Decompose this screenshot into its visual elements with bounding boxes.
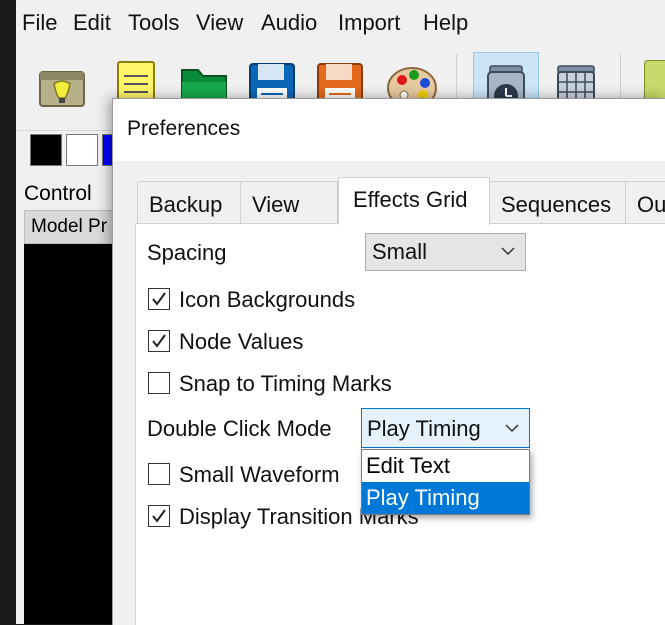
chevron-down-icon <box>505 424 519 433</box>
node-values-label: Node Values <box>179 329 304 354</box>
option-label: Play Timing <box>366 485 480 510</box>
spacing-value: Small <box>372 239 428 264</box>
small-waveform-label: Small Waveform <box>179 462 340 487</box>
display-transition-marks-checkbox[interactable] <box>148 505 170 527</box>
double-click-mode-select[interactable]: Play Timing <box>361 408 530 448</box>
double-click-mode-label: Double Click Mode <box>147 416 332 441</box>
menu-bar: File Edit Tools View Audio Import Help <box>16 0 665 48</box>
snap-to-timing-marks-label: Snap to Timing Marks <box>179 371 392 396</box>
new-layout-button[interactable] <box>32 58 92 120</box>
menu-help[interactable]: Help <box>423 10 468 36</box>
color-swatch-bar <box>16 130 124 171</box>
snap-to-timing-marks-checkbox[interactable] <box>148 372 170 394</box>
dialog-title: Preferences <box>127 117 241 140</box>
model-preview-canvas[interactable] <box>24 244 116 624</box>
menu-import[interactable]: Import <box>338 10 400 36</box>
tab-backup[interactable]: Backup <box>137 181 241 223</box>
option-label: Edit Text <box>366 453 450 478</box>
model-preview-label: Model Pr <box>31 216 108 237</box>
chevron-down-icon <box>501 247 515 256</box>
menu-edit[interactable]: Edit <box>73 10 111 36</box>
tab-sequences[interactable]: Sequences <box>489 181 626 223</box>
tab-label: Effects Grid <box>353 187 468 212</box>
small-waveform-checkbox[interactable] <box>148 463 170 485</box>
icon-backgrounds-checkbox[interactable] <box>148 288 170 310</box>
light-bulb-icon <box>39 71 85 107</box>
menu-view[interactable]: View <box>196 10 243 36</box>
spacing-select[interactable]: Small <box>365 233 526 271</box>
checkmark-icon <box>152 292 166 306</box>
dropdown-option-edit-text[interactable]: Edit Text <box>362 450 529 482</box>
menu-file[interactable]: File <box>22 10 57 36</box>
tab-label: Backup <box>149 192 223 217</box>
double-click-mode-value: Play Timing <box>367 416 481 441</box>
control-tab[interactable]: Control <box>24 182 92 206</box>
spacing-label: Spacing <box>147 240 227 265</box>
model-preview-header: Model Pr <box>24 210 116 244</box>
tab-output[interactable]: Ou <box>625 181 665 223</box>
tab-view[interactable]: View <box>240 181 338 223</box>
node-values-checkbox[interactable] <box>148 330 170 352</box>
color-swatch-black[interactable] <box>30 134 62 166</box>
checkmark-icon <box>152 509 166 523</box>
tab-label: Sequences <box>501 192 612 217</box>
menu-audio[interactable]: Audio <box>261 10 317 36</box>
tab-label: View <box>252 192 300 217</box>
checkmark-icon <box>152 334 166 348</box>
dropdown-option-play-timing[interactable]: Play Timing <box>362 482 529 514</box>
icon-backgrounds-label: Icon Backgrounds <box>179 287 356 312</box>
color-swatch-white[interactable] <box>66 134 98 166</box>
tab-label: Ou <box>637 192 665 217</box>
menu-tools[interactable]: Tools <box>128 10 179 36</box>
dialog-title-bar[interactable]: Preferences <box>113 99 665 161</box>
tab-effects-grid[interactable]: Effects Grid <box>338 177 490 225</box>
preferences-dialog: Preferences Backup View Effects Grid Seq… <box>112 98 665 625</box>
double-click-mode-dropdown-list: Edit Text Play Timing <box>361 449 530 515</box>
